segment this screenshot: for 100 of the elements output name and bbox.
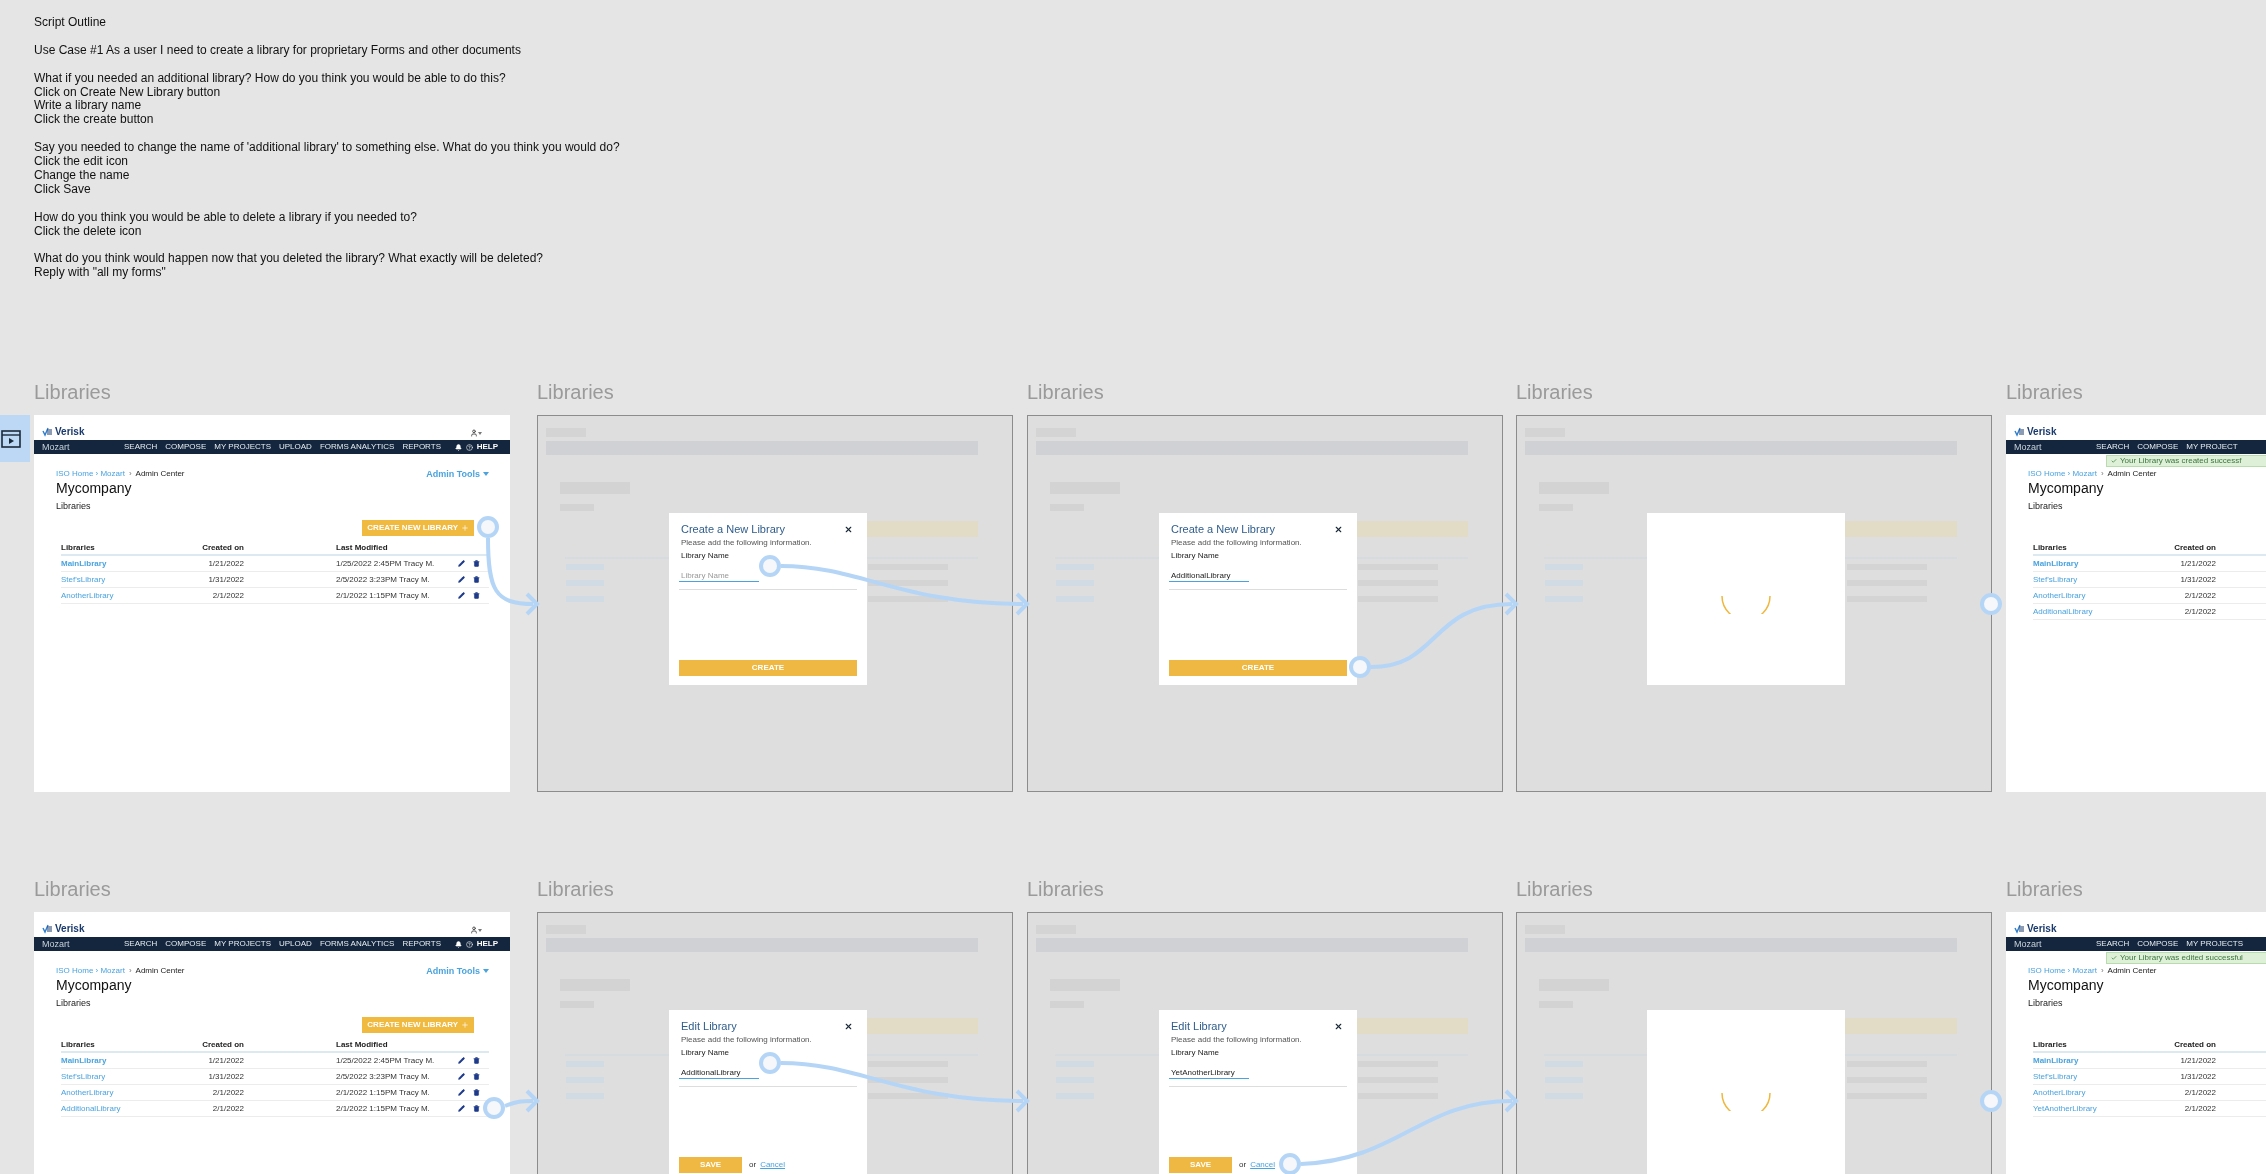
library-link[interactable]: AnotherLibrary	[2033, 590, 2146, 601]
edit-icon[interactable]	[458, 576, 465, 584]
library-link[interactable]: MainLibrary	[61, 558, 174, 569]
delete-icon[interactable]	[473, 1089, 480, 1097]
company-title: Mycompany	[56, 480, 133, 497]
library-link[interactable]: AdditionalLibrary	[61, 1103, 174, 1114]
breadcrumb-link[interactable]: ISO Home › Mozart	[2028, 469, 2097, 479]
library-name-field[interactable]: YetAnotherLibrary	[1169, 1067, 1249, 1080]
nav-link[interactable]: COMPOSE	[2137, 939, 2179, 950]
delete-icon[interactable]	[473, 576, 480, 584]
table-cell-text: 2/5/2022 3:23PM Tracy M.	[336, 1071, 431, 1082]
close-icon[interactable]	[844, 524, 853, 534]
frame-label: Libraries	[34, 877, 112, 902]
user-menu-icon[interactable]	[470, 429, 482, 438]
table-cell-text: 2/1/2022	[2183, 1103, 2216, 1114]
library-link[interactable]: Stef'sLibrary	[2033, 574, 2146, 585]
cancel-link[interactable]: Cancel	[1250, 1160, 1276, 1171]
library-name-field[interactable]: AdditionalLibrary	[1169, 570, 1249, 583]
admin-tools-dropdown[interactable]: Admin Tools	[426, 468, 489, 479]
edit-icon[interactable]	[458, 560, 465, 568]
library-link[interactable]: AnotherLibrary	[61, 590, 174, 601]
plus-icon	[461, 1021, 469, 1030]
notification-icon[interactable]	[454, 443, 462, 451]
help-link[interactable]: HELP	[476, 939, 498, 950]
library-link[interactable]: Stef'sLibrary	[61, 1071, 174, 1082]
nav-link[interactable]: COMPOSE	[165, 939, 207, 950]
nav-link[interactable]: SEARCH	[124, 939, 158, 950]
library-link[interactable]: AnotherLibrary	[2033, 1087, 2146, 1098]
nav-link[interactable]: SEARCH	[2096, 442, 2130, 453]
breadcrumb-link[interactable]: ISO Home › Mozart	[56, 966, 125, 976]
nav-link[interactable]: SEARCH	[2096, 939, 2130, 950]
nav-link[interactable]: MY PROJECTS	[214, 442, 271, 453]
library-link[interactable]: MainLibrary	[2033, 1055, 2146, 1066]
primary-button[interactable]: SAVE	[1169, 1157, 1232, 1174]
edit-icon[interactable]	[458, 1105, 465, 1113]
nav-link[interactable]: UPLOAD	[279, 442, 312, 453]
create-library-button[interactable]: CREATE NEW LIBRARY	[362, 1017, 474, 1034]
table-cell-text: 2/1/2022	[211, 1103, 244, 1114]
frame-label: Libraries	[537, 380, 615, 405]
nav-link[interactable]: MY PROJECT	[2186, 442, 2238, 453]
table-cell-text: 1/31/2022	[207, 574, 244, 585]
library-name-field[interactable]: AdditionalLibrary	[679, 1067, 759, 1080]
breadcrumb-current: Admin Center	[2107, 469, 2157, 479]
column-header: Created on	[2173, 543, 2216, 554]
help-icon[interactable]	[465, 443, 473, 451]
flow-start-tab[interactable]	[0, 415, 30, 462]
close-icon[interactable]	[844, 1021, 853, 1031]
close-icon[interactable]	[1334, 524, 1343, 534]
nav-link[interactable]: SEARCH	[124, 442, 158, 453]
nav-link[interactable]: FORMS ANALYTICS	[319, 939, 395, 950]
delete-icon[interactable]	[473, 560, 480, 568]
admin-tools-dropdown[interactable]: Admin Tools	[426, 965, 489, 976]
outline-line: Say you needed to change the name of 'additional library' to something else. What do you think you would do?	[34, 141, 621, 155]
edit-icon[interactable]	[458, 1073, 465, 1081]
nav-link[interactable]: MY PROJECTS	[2186, 939, 2243, 950]
edit-icon[interactable]	[458, 1057, 465, 1065]
library-link[interactable]: MainLibrary	[2033, 558, 2146, 569]
edit-icon[interactable]	[458, 1089, 465, 1097]
nav-link[interactable]: MY PROJECTS	[214, 939, 271, 950]
nav-link[interactable]: FORMS ANALYTICS	[319, 442, 395, 453]
delete-icon[interactable]	[473, 1073, 480, 1081]
notification-icon[interactable]	[454, 940, 462, 948]
edit-icon[interactable]	[458, 592, 465, 600]
close-icon[interactable]	[1334, 1021, 1343, 1031]
delete-icon[interactable]	[473, 592, 480, 600]
primary-button[interactable]: SAVE	[679, 1157, 742, 1174]
connector-dot	[1980, 593, 2002, 615]
table-cell-text: 1/21/2022	[2179, 558, 2216, 569]
user-menu-icon[interactable]	[470, 926, 482, 935]
breadcrumb-link[interactable]: ISO Home › Mozart	[2028, 966, 2097, 976]
primary-button[interactable]: CREATE	[679, 660, 857, 677]
library-link[interactable]: Stef'sLibrary	[61, 574, 174, 585]
nav-link[interactable]: REPORTS	[402, 939, 441, 950]
primary-button[interactable]: CREATE	[1169, 660, 1347, 677]
library-link[interactable]: AnotherLibrary	[61, 1087, 174, 1098]
logo-icon	[2014, 426, 2025, 437]
help-link[interactable]: HELP	[476, 442, 498, 453]
library-link[interactable]: YetAnotherLibrary	[2033, 1103, 2146, 1114]
library-link[interactable]: AdditionalLibrary	[2033, 606, 2146, 617]
logo-icon	[2014, 923, 2025, 934]
help-icon[interactable]	[465, 940, 473, 948]
table-cell-text: 1/31/2022	[2179, 574, 2216, 585]
column-header: Libraries	[61, 543, 96, 554]
delete-icon[interactable]	[473, 1105, 480, 1113]
library-link[interactable]: Stef'sLibrary	[2033, 1071, 2146, 1082]
nav-link[interactable]: COMPOSE	[165, 442, 207, 453]
logo-icon	[42, 923, 53, 934]
cancel-link[interactable]: Cancel	[760, 1160, 786, 1171]
library-link[interactable]: MainLibrary	[61, 1055, 174, 1066]
section-title: Libraries	[56, 998, 92, 1010]
nav-link[interactable]: REPORTS	[402, 442, 441, 453]
delete-icon[interactable]	[473, 1057, 480, 1065]
create-library-button[interactable]: CREATE NEW LIBRARY	[362, 520, 474, 537]
logo-text: Verisk	[55, 426, 85, 438]
nav-link[interactable]: UPLOAD	[279, 939, 312, 950]
outline-line: Click the edit icon	[34, 155, 130, 169]
library-name-field[interactable]: Library Name	[679, 570, 759, 583]
breadcrumb-link[interactable]: ISO Home › Mozart	[56, 469, 125, 479]
nav-link[interactable]: COMPOSE	[2137, 442, 2179, 453]
frame-label: Libraries	[537, 877, 615, 902]
